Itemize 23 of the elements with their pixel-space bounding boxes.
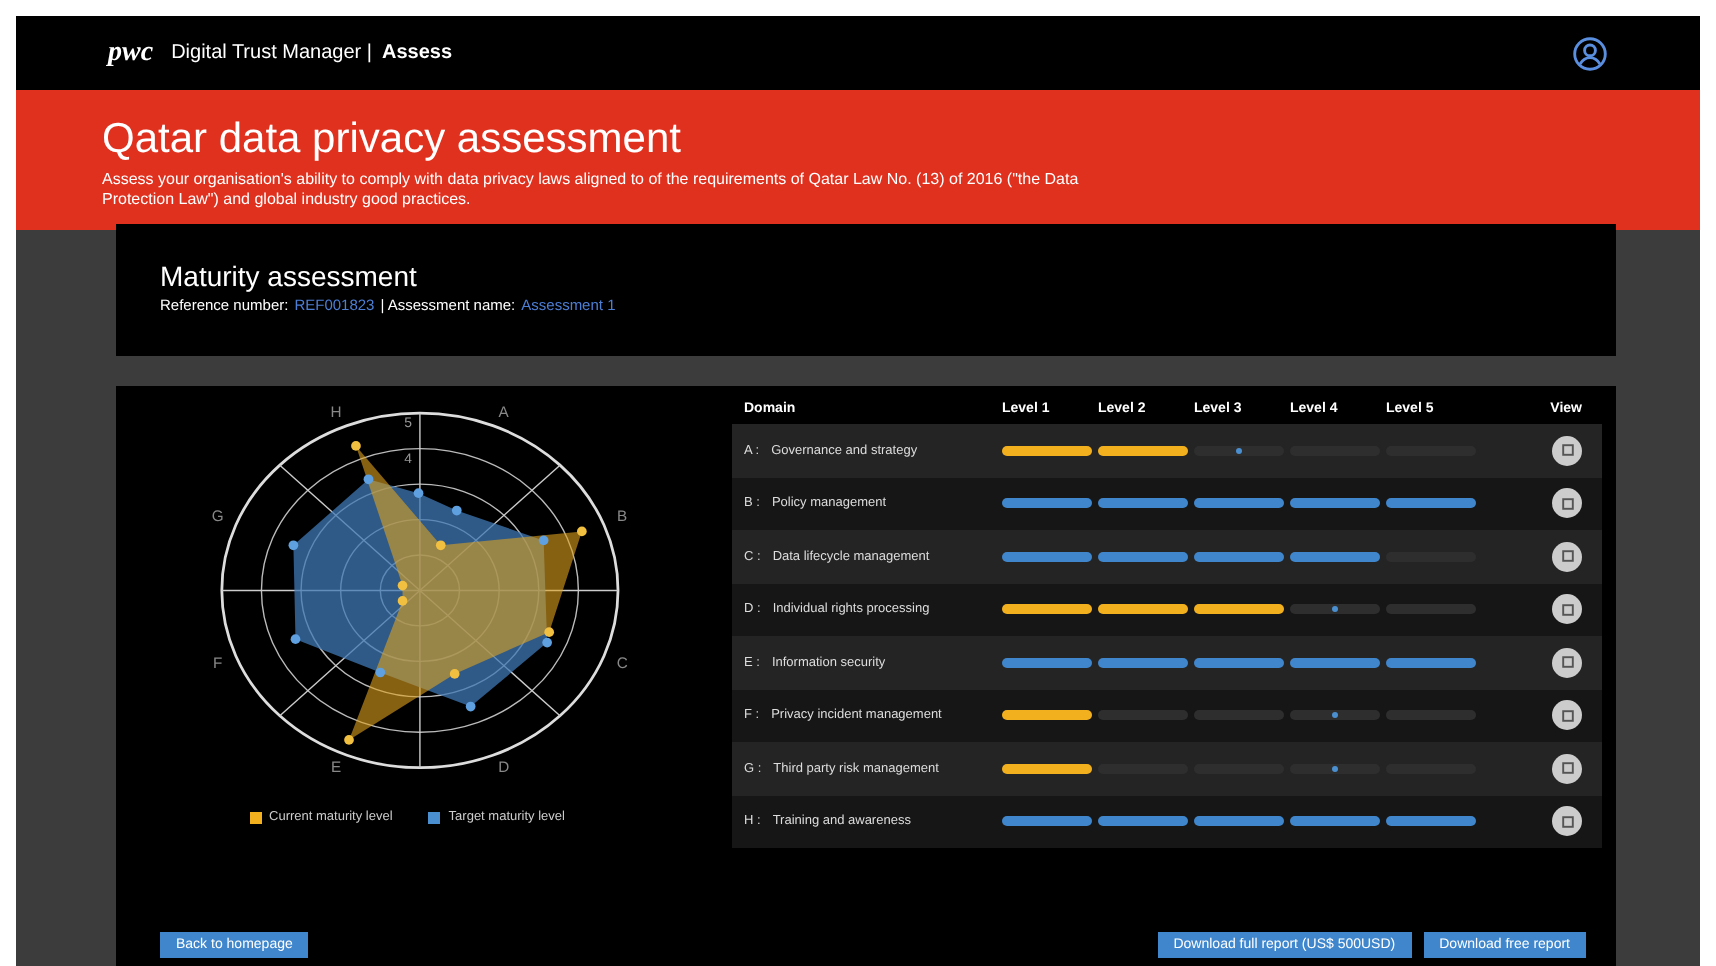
view-button[interactable] bbox=[1552, 435, 1582, 466]
document-icon bbox=[1559, 760, 1575, 777]
document-icon bbox=[1559, 495, 1575, 512]
view-button[interactable] bbox=[1552, 700, 1582, 731]
section-name: Assess bbox=[381, 42, 453, 64]
view-button[interactable] bbox=[1552, 594, 1582, 625]
view-button[interactable] bbox=[1552, 806, 1582, 837]
view-button[interactable] bbox=[1552, 753, 1582, 784]
app-name: Digital Trust Manager | bbox=[171, 42, 372, 64]
document-icon bbox=[1559, 654, 1575, 671]
document-icon bbox=[1559, 548, 1575, 565]
page-description: Assess your organisation's ability to comply with data privacy laws aligned to of the requirements of Qatar Law No. (13) of 2016 ("the Data Protection Law") and global industry good practices. bbox=[102, 170, 1081, 210]
card-title: Maturity assessment bbox=[160, 260, 419, 292]
brand-logo: pwc bbox=[108, 37, 154, 69]
user-icon[interactable] bbox=[1572, 35, 1608, 71]
document-icon bbox=[1559, 707, 1575, 724]
view-button[interactable] bbox=[1552, 488, 1582, 519]
view-button[interactable] bbox=[1552, 647, 1582, 678]
view-button[interactable] bbox=[1552, 541, 1582, 572]
document-icon bbox=[1559, 442, 1575, 459]
document-icon bbox=[1559, 601, 1575, 618]
page-title: Qatar data privacy assessment bbox=[102, 116, 683, 164]
document-icon bbox=[1559, 813, 1575, 830]
